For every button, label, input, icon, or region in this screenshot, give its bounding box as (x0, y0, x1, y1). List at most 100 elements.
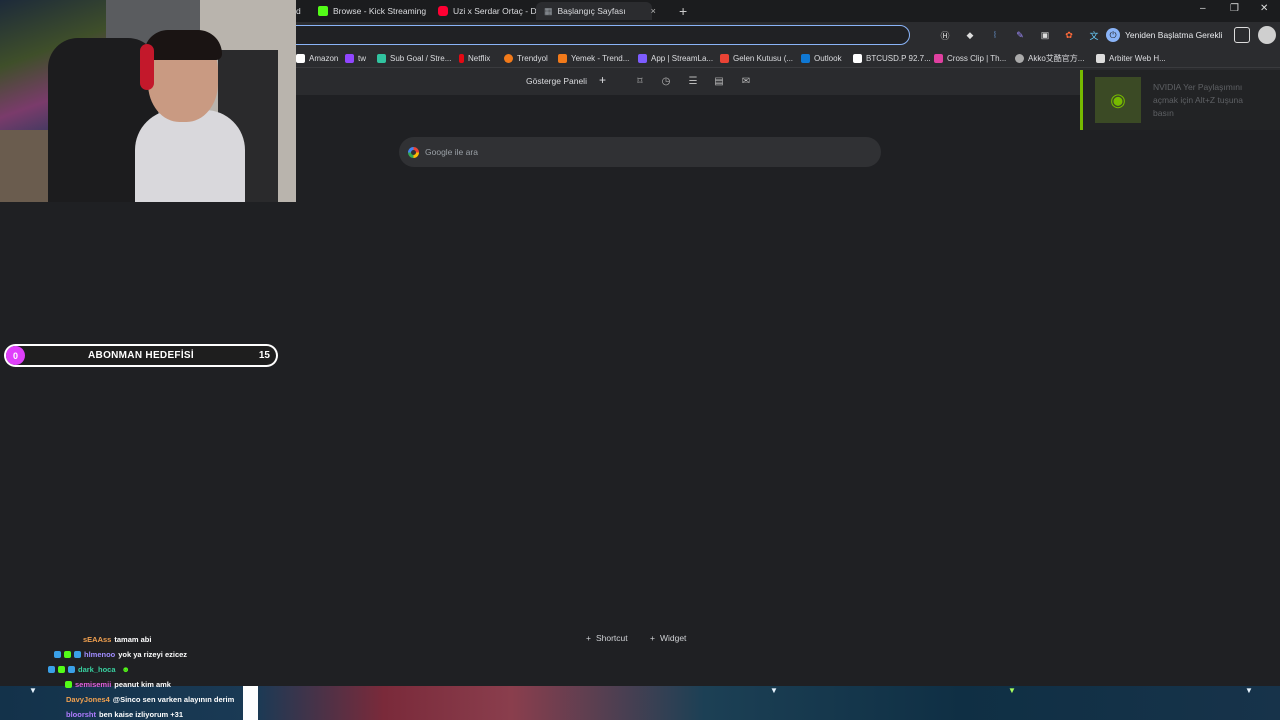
bookmark-sub-goal[interactable]: Sub Goal / Stre... (377, 52, 451, 64)
tab-start-page[interactable]: ▦ Başlangıç Sayfası × (536, 2, 656, 20)
streamlabs-app-icon (638, 53, 647, 63)
goal-target: 15 (258, 350, 270, 361)
chat-username: semisemii (75, 680, 112, 689)
badge-icon (58, 666, 65, 673)
bookmark-label: Gelen Kutusu (... (733, 53, 794, 63)
close-window-button[interactable]: ✕ (1260, 3, 1268, 14)
trendyol-icon (504, 53, 513, 63)
chat-username: dark_hoca (78, 665, 116, 674)
plus-icon: + (650, 633, 655, 643)
chat-text: peanut kim amk (114, 680, 171, 689)
bookmark-label: Netflix (468, 53, 491, 63)
tab-kick[interactable]: Browse - Kick Streaming (310, 2, 434, 20)
extension-h-icon[interactable]: Ⓗ (938, 28, 952, 42)
bookmark-streamlabs-app[interactable]: App | StreamLa... (638, 52, 713, 64)
restart-required-button[interactable]: ⏻ Yeniden Başlatma Gerekli (1106, 27, 1223, 43)
tradingview-icon (853, 53, 862, 63)
chat-username: hlmenoo (84, 650, 116, 659)
netflix-icon (459, 53, 464, 63)
nvidia-toast-text: NVIDIA Yer Paylaşımını açmak için Alt+Z … (1153, 82, 1244, 118)
apps-icon[interactable] (1234, 27, 1250, 43)
amazon-icon (296, 53, 305, 63)
chat-text: tamam abi (114, 635, 152, 644)
minimize-button[interactable]: – (1200, 3, 1206, 14)
document-icon (1096, 53, 1105, 63)
tab-label: Browse - Kick Streaming (333, 6, 427, 16)
bookmark-arbiter[interactable]: Arbiter Web H... (1096, 52, 1166, 64)
chat-message: semisemii peanut kim amk (48, 677, 248, 692)
badge-icon (64, 651, 71, 658)
close-icon[interactable]: × (651, 6, 656, 16)
bookmark-btcusd[interactable]: BTCUSD.P 92.7... (853, 52, 931, 64)
badge-icon (65, 681, 72, 688)
mail-icon[interactable]: ✉ (740, 75, 752, 87)
bookmark-gmail[interactable]: Gelen Kutusu (... (720, 52, 793, 64)
extension-diamond-icon[interactable]: ◆ (963, 28, 977, 42)
notes-icon[interactable]: ☰ (687, 75, 699, 87)
add-dashboard-button[interactable]: + (599, 73, 606, 87)
webcam-overlay (0, 0, 296, 202)
chat-message: sEAAss tamam abi (48, 632, 248, 647)
goal-track: 0 ABONMAN HEDEFİSİ 15 (6, 346, 276, 365)
history-icon[interactable]: ◷ (660, 75, 672, 87)
extension-fox-icon[interactable]: ✿ (1062, 28, 1076, 42)
extension-wave-icon[interactable]: ⦚ (988, 28, 1002, 42)
marker-icon: ▼ (1008, 686, 1016, 695)
profile-avatar[interactable] (1258, 26, 1276, 44)
subscriber-goal-bar: 0 ABONMAN HEDEFİSİ 15 (4, 344, 278, 367)
streamlabs-icon (377, 53, 386, 63)
chat-username: DavyJones4 (66, 695, 110, 704)
extension-box-icon[interactable]: ▣ (1038, 28, 1052, 42)
bookmark-label: Sub Goal / Stre... (390, 53, 452, 63)
shortcut-label: Shortcut (595, 633, 628, 643)
bookmark-trendyol[interactable]: Trendyol (504, 52, 548, 64)
grid-icon: ▦ (544, 5, 553, 16)
chat-overlay: sEAAss tamam abi hlmenoo yok ya rizeyi e… (48, 632, 248, 720)
chat-message: bloorsht ben kaise izliyorum +31 (48, 707, 248, 720)
maximize-button[interactable]: ❐ (1230, 3, 1239, 14)
goal-title: ABONMAN HEDEFİSİ (88, 350, 194, 361)
streamer-hoodie (135, 110, 245, 202)
screen: d Browse - Kick Streaming Uzi x Serdar O… (0, 0, 1280, 720)
bookmark-tw[interactable]: tw (345, 52, 366, 64)
bookmark-icon[interactable]: ⌑ (634, 75, 646, 87)
bookmark-label: Cross Clip | Th... (947, 53, 1007, 63)
chat-message: hlmenoo yok ya rizeyi ezicez (48, 647, 248, 662)
bookmark-label: Akko艾酷官方... (1028, 53, 1085, 63)
marker-icon: ▼ (29, 686, 37, 695)
bookmark-netflix[interactable]: Netflix (459, 52, 490, 64)
bookmark-label: Outlook (814, 53, 842, 63)
bookmark-akko[interactable]: Akko艾酷官方... (1015, 52, 1084, 64)
youtube-icon (438, 6, 448, 16)
nvidia-logo-icon: ◉ (1095, 77, 1141, 123)
extension-translate-icon[interactable]: 文 (1087, 28, 1101, 42)
nvidia-overlay-toast[interactable]: ◉ NVIDIA Yer Paylaşımını açmak için Alt+… (1080, 70, 1280, 130)
new-tab-button[interactable]: + (679, 3, 687, 19)
chat-text: ben kaise izliyorum +31 (99, 710, 183, 719)
add-shortcut-button[interactable]: + Shortcut (586, 633, 628, 643)
tab-label: Uzi x Serdar Ortaç - DAN (453, 6, 549, 16)
bookmark-amazon[interactable]: Amazon (296, 52, 338, 64)
google-search-box[interactable]: Google ile ara (399, 137, 881, 167)
bookmark-label: Arbiter Web H... (1109, 53, 1166, 63)
badge-icon (48, 666, 55, 673)
bookmark-cross-clip[interactable]: Cross Clip | Th... (934, 52, 1006, 64)
power-icon: ⏻ (1106, 28, 1120, 42)
add-widget-button[interactable]: + Widget (650, 633, 686, 643)
address-bar[interactable] (280, 25, 910, 45)
dashboard-tab[interactable]: Gösterge Paneli (526, 76, 587, 86)
badge-icon (74, 651, 81, 658)
globe-icon (1015, 53, 1024, 63)
plus-icon: + (586, 633, 591, 643)
headset (140, 44, 154, 90)
gmail-icon (720, 53, 729, 63)
extension-feather-icon[interactable]: ✎ (1013, 28, 1027, 42)
search-placeholder: Google ile ara (425, 147, 478, 157)
calendar-icon[interactable]: ▤ (713, 75, 725, 87)
bookmark-label: Amazon (309, 53, 339, 63)
bookmark-outlook[interactable]: Outlook (801, 52, 842, 64)
bookmark-yemek[interactable]: Yemek - Trend... (558, 52, 629, 64)
bookmark-label: tw (358, 53, 366, 63)
bookmark-label: Trendyol (517, 53, 548, 63)
marker-icon: ▼ (770, 686, 778, 695)
